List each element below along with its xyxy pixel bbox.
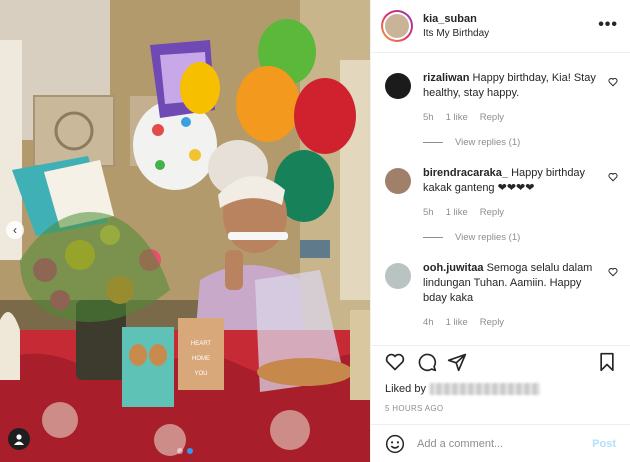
like-comment-heart-icon[interactable]: [608, 267, 618, 277]
commenter-avatar[interactable]: [385, 263, 411, 289]
commenter-username[interactable]: birendracaraka_: [423, 167, 508, 179]
commenter-avatar[interactable]: [385, 73, 411, 99]
svg-text:HOME: HOME: [192, 356, 210, 362]
post-side-panel: kia_suban Its My Birthday ••• rizaliwan …: [370, 0, 630, 462]
like-comment-heart-icon[interactable]: [608, 172, 618, 182]
carousel-dot-active: [187, 448, 193, 454]
likes-prefix: Liked by: [385, 383, 426, 395]
comment-likes[interactable]: 1 like: [446, 112, 468, 123]
reply-button[interactable]: Reply: [480, 112, 504, 123]
comment-age[interactable]: 5h: [423, 112, 434, 123]
comment-meta: 5h 1 like Reply: [423, 112, 618, 123]
comment-meta: 5h 1 like Reply: [423, 207, 618, 218]
comment-item: ooh.juwitaa Semoga selalu dalam lindunga…: [385, 261, 618, 328]
comment-meta: 4h 1 like Reply: [423, 317, 618, 328]
comment-text: rizaliwan Happy birthday, Kia! Stay heal…: [423, 71, 618, 101]
carousel-dot: [177, 448, 183, 454]
view-replies-button[interactable]: View replies (1): [423, 137, 618, 148]
blurred-usernames: [429, 383, 540, 395]
commenter-username[interactable]: rizaliwan: [423, 72, 469, 84]
user-icon: [14, 434, 24, 445]
reply-button[interactable]: Reply: [480, 317, 504, 328]
carousel-indicator: [0, 448, 370, 454]
chevron-left-icon: ‹: [13, 223, 17, 237]
post-actions: [385, 352, 616, 380]
divider: [371, 345, 630, 346]
comment-text: birendracaraka_ Happy birthday kakak gan…: [423, 166, 618, 196]
post-header: kia_suban Its My Birthday •••: [371, 0, 630, 53]
previous-photo-button[interactable]: ‹: [6, 221, 24, 239]
comment-bubble-icon[interactable]: [417, 352, 437, 372]
birthday-photo-illustration: HEART HOME YOU: [0, 0, 370, 462]
author-username[interactable]: kia_suban: [423, 13, 489, 25]
card-text: HEART: [191, 341, 212, 347]
emoji-icon[interactable]: [385, 434, 405, 454]
post-photo[interactable]: HEART HOME YOU ‹: [0, 0, 370, 462]
save-bookmark-icon[interactable]: [598, 352, 616, 372]
comment-age[interactable]: 4h: [423, 317, 434, 328]
commenter-avatar[interactable]: [385, 168, 411, 194]
commenter-username[interactable]: ooh.juwitaa: [423, 262, 484, 274]
comments-list[interactable]: rizaliwan Happy birthday, Kia! Stay heal…: [371, 53, 630, 345]
post-comment-button[interactable]: Post: [592, 438, 616, 450]
tagged-users-button[interactable]: [8, 428, 30, 450]
comment-input[interactable]: Add a comment...: [417, 438, 592, 450]
author-avatar[interactable]: [381, 10, 413, 42]
comment-likes[interactable]: 1 like: [446, 317, 468, 328]
like-heart-icon[interactable]: [385, 352, 405, 372]
post-location[interactable]: Its My Birthday: [423, 28, 489, 39]
svg-text:YOU: YOU: [194, 371, 207, 377]
share-paper-plane-icon[interactable]: [447, 352, 467, 372]
add-comment-bar: Add a comment... Post: [371, 424, 630, 462]
post-timestamp[interactable]: 5 HOURS AGO: [385, 404, 443, 413]
comment-item: rizaliwan Happy birthday, Kia! Stay heal…: [385, 71, 618, 123]
view-replies-button[interactable]: View replies (1): [423, 232, 618, 243]
comment-item: birendracaraka_ Happy birthday kakak gan…: [385, 166, 618, 218]
more-options-icon[interactable]: •••: [598, 16, 618, 34]
likes-summary[interactable]: Liked by: [385, 383, 540, 395]
reply-button[interactable]: Reply: [480, 207, 504, 218]
comment-age[interactable]: 5h: [423, 207, 434, 218]
comment-text: ooh.juwitaa Semoga selalu dalam lindunga…: [423, 261, 618, 306]
comment-likes[interactable]: 1 like: [446, 207, 468, 218]
like-comment-heart-icon[interactable]: [608, 77, 618, 87]
